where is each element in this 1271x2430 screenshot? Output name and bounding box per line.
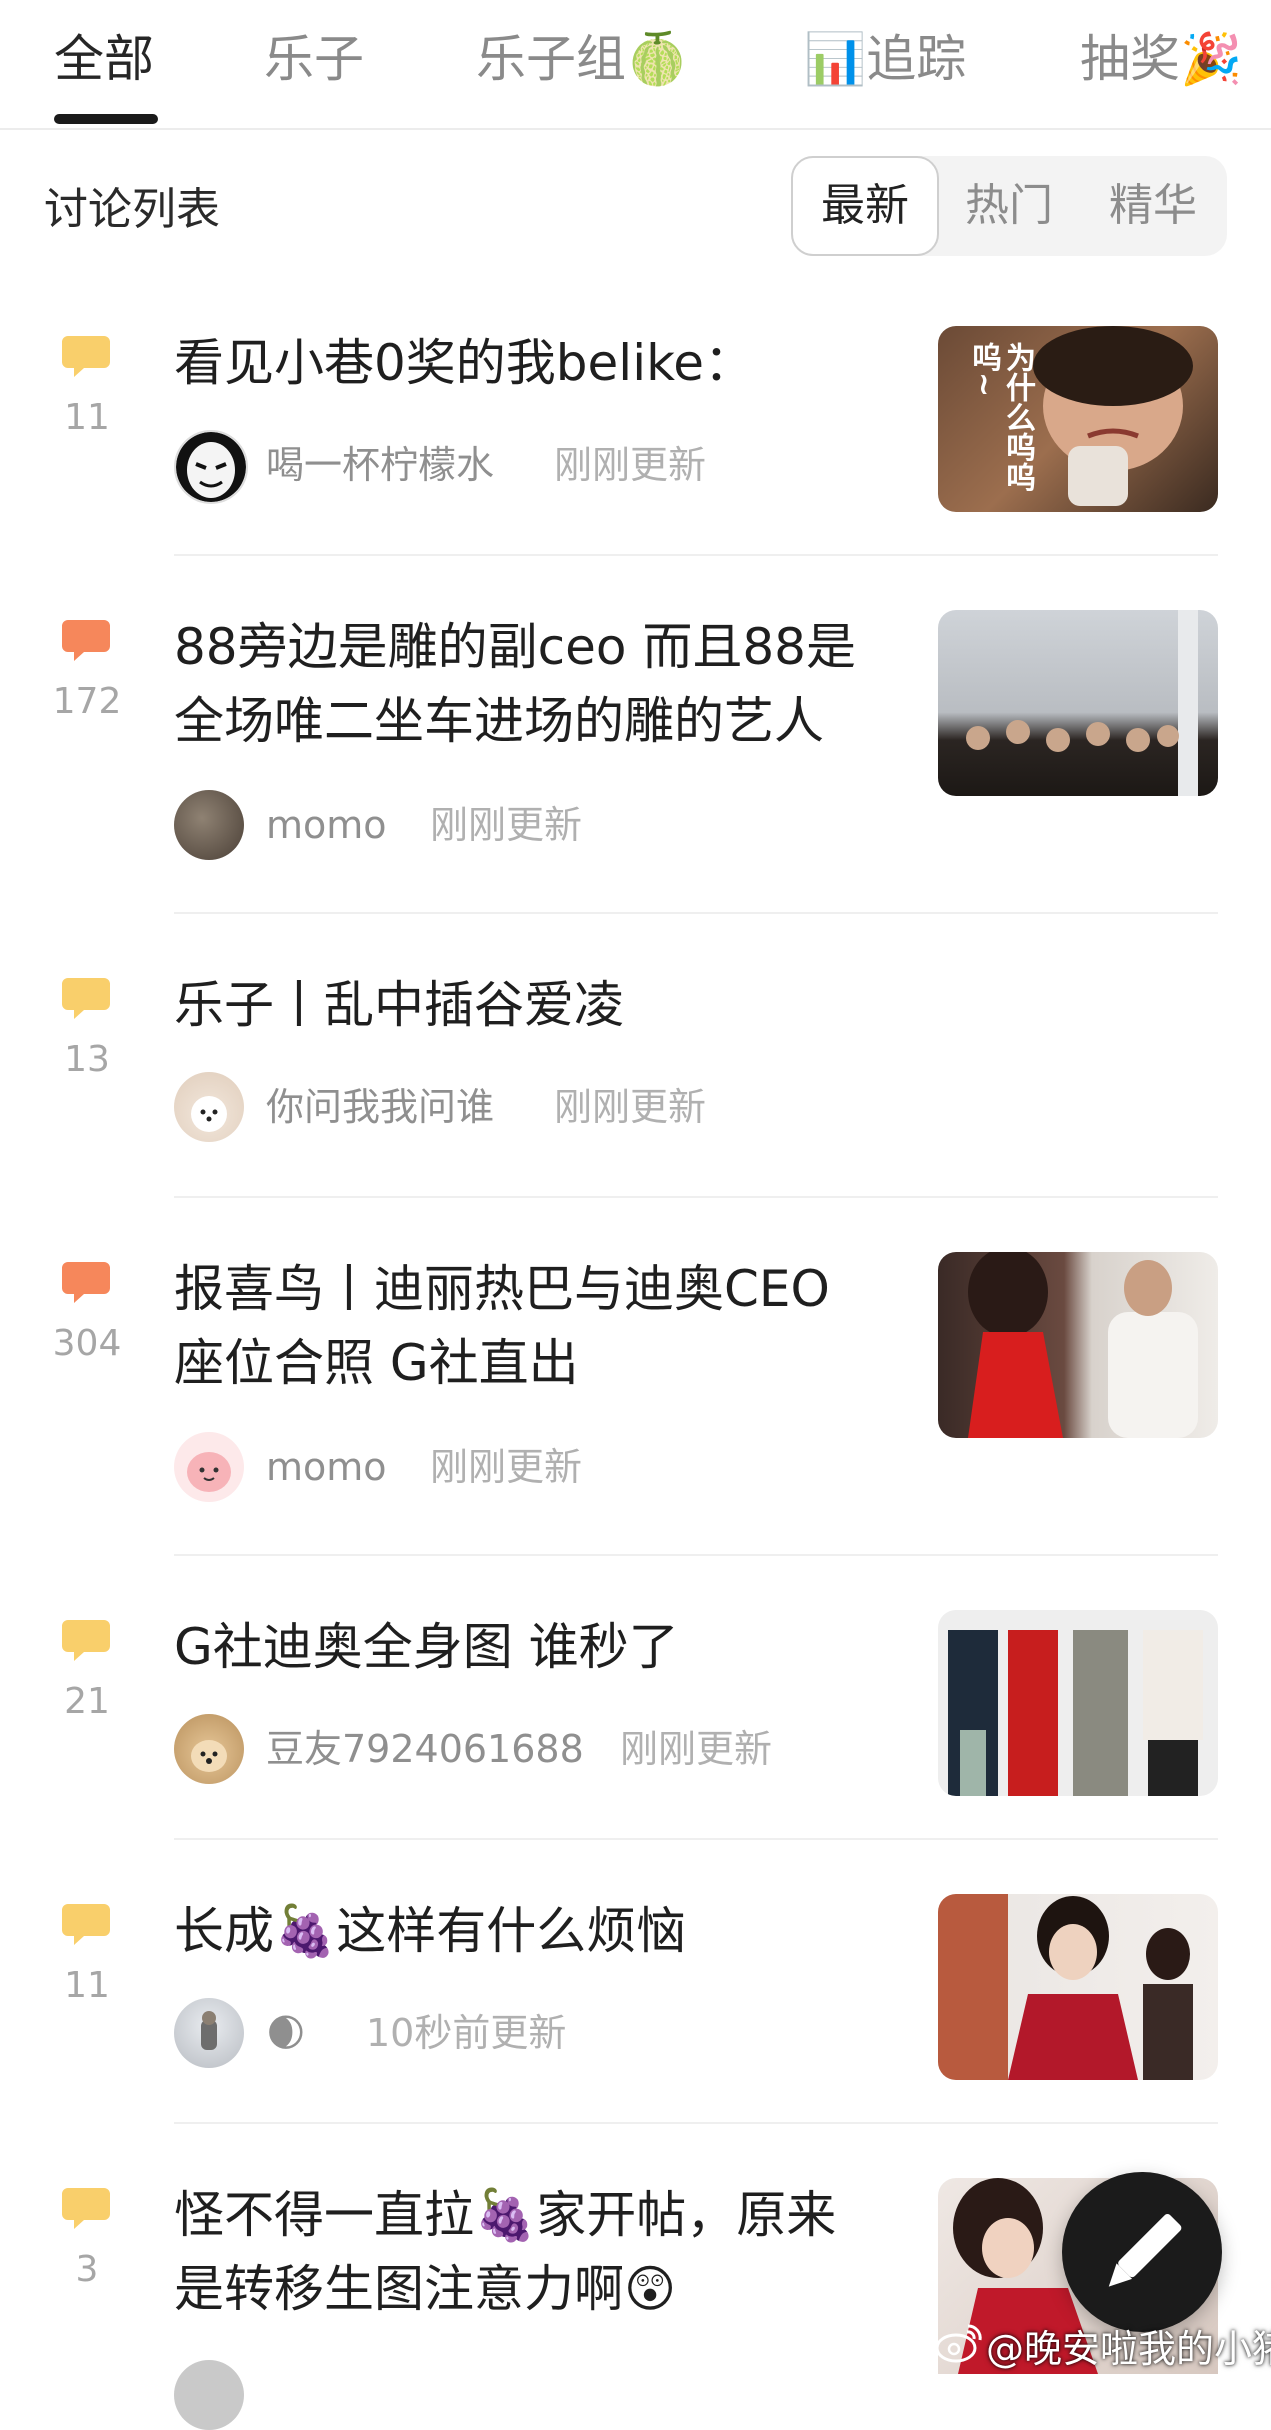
comment-count: 304: [52, 1323, 122, 1364]
divider: [174, 912, 1218, 914]
avatar[interactable]: [174, 1432, 244, 1502]
pencil-icon: [1108, 2214, 1182, 2287]
speech-bubble-icon: [62, 1904, 110, 1945]
speech-bubble-icon: [62, 978, 110, 1019]
post-thumbnail[interactable]: 为什么呜呜呜~: [938, 326, 1218, 512]
updated-time: 刚刚更新: [554, 1085, 707, 1129]
updated-time: 10秒前更新: [366, 2011, 567, 2055]
discussion-list-title: 讨论列表: [44, 184, 220, 235]
watermark-text: @晚安啦我的小猪: [986, 2327, 1271, 2371]
post-title[interactable]: 报喜鸟丨迪丽热巴与迪奥CEO 座位合照 G社直出: [174, 1252, 894, 1400]
author-name[interactable]: 豆友7924061688: [266, 1724, 584, 1774]
thumbnail-caption: 为什么呜呜呜~: [966, 342, 1035, 492]
tab-tracking[interactable]: 📊追踪: [804, 24, 966, 94]
comment-count: 21: [64, 1681, 110, 1722]
post-thumbnail[interactable]: [938, 610, 1218, 796]
post-title[interactable]: 看见小巷0奖的我belike：: [174, 326, 894, 400]
list-item[interactable]: 13 乐子丨乱中插谷爱凌 你问我我问谁 刚刚更新: [0, 942, 1271, 1202]
divider: [174, 554, 1218, 556]
updated-time: 刚刚更新: [554, 443, 707, 487]
list-item[interactable]: 172 88旁边是雕的副ceo 而且88是 全场唯二坐车进场的雕的艺人 momo…: [0, 584, 1271, 914]
tab-lezi[interactable]: 乐子: [264, 24, 364, 94]
divider: [174, 1554, 1218, 1556]
author-name[interactable]: momo: [266, 1442, 387, 1492]
divider: [174, 2122, 1218, 2124]
post-thumbnail[interactable]: [938, 1610, 1218, 1796]
post-thumbnail[interactable]: [938, 1252, 1218, 1438]
author-name[interactable]: 喝一杯柠檬水: [266, 440, 494, 490]
tab-lezi-group[interactable]: 乐子组🍈: [476, 24, 688, 94]
comment-count: 13: [64, 1039, 110, 1080]
tab-all[interactable]: 全部: [54, 24, 154, 94]
updated-time: 刚刚更新: [430, 803, 583, 847]
list-item[interactable]: 11 长成🍇这样有什么烦恼 🌒 10秒前更新: [0, 1868, 1271, 2128]
post-thumbnail[interactable]: [938, 1894, 1218, 2080]
avatar[interactable]: [174, 430, 248, 504]
author-name[interactable]: 🌒: [266, 2008, 306, 2058]
speech-bubble-icon: [62, 336, 110, 377]
comment-count: 172: [52, 681, 122, 722]
avatar[interactable]: [174, 2360, 244, 2430]
list-item[interactable]: 21 G社迪奥全身图 谁秒了 豆友7924061688 刚刚更新: [0, 1584, 1271, 1844]
author-name[interactable]: momo: [266, 800, 387, 850]
compose-button[interactable]: [1062, 2172, 1222, 2332]
avatar[interactable]: [174, 1714, 244, 1784]
sort-latest-button[interactable]: 最新: [791, 156, 939, 256]
divider: [174, 1838, 1218, 1840]
comment-count: 3: [75, 2249, 99, 2290]
speech-bubble-icon: [62, 1262, 110, 1303]
sort-segmented-control: 最新 热门 精华: [791, 156, 1227, 256]
post-title[interactable]: G社迪奥全身图 谁秒了: [174, 1610, 894, 1684]
post-title[interactable]: 乐子丨乱中插谷爱凌: [174, 968, 894, 1042]
comment-count: 11: [64, 397, 110, 438]
author-name[interactable]: 你问我我问谁: [266, 1082, 494, 1132]
speech-bubble-icon: [62, 2188, 110, 2229]
comment-count: 11: [64, 1965, 110, 2006]
updated-time: 刚刚更新: [620, 1727, 773, 1771]
list-item[interactable]: 304 报喜鸟丨迪丽热巴与迪奥CEO 座位合照 G社直出 momo 刚刚更新: [0, 1226, 1271, 1556]
post-title[interactable]: 长成🍇这样有什么烦恼: [174, 1894, 894, 1968]
sort-featured-button[interactable]: 精华: [1081, 156, 1225, 256]
active-tab-indicator: [54, 114, 158, 124]
post-title[interactable]: 怪不得一直拉🍇家开帖，原来 是转移生图注意力啊😲: [174, 2178, 894, 2326]
speech-bubble-icon: [62, 620, 110, 661]
weibo-logo: [935, 2324, 982, 2363]
post-title[interactable]: 88旁边是雕的副ceo 而且88是 全场唯二坐车进场的雕的艺人: [174, 610, 894, 758]
list-item[interactable]: 11 看见小巷0奖的我belike： 喝一杯柠檬水 刚刚更新 为什么呜呜呜~: [0, 300, 1271, 560]
avatar[interactable]: [174, 1072, 244, 1142]
updated-time: 刚刚更新: [430, 1445, 583, 1489]
tab-lottery[interactable]: 抽奖🎉: [1080, 24, 1242, 94]
sort-hot-button[interactable]: 热门: [937, 156, 1081, 256]
avatar[interactable]: [174, 790, 244, 860]
speech-bubble-icon: [62, 1620, 110, 1661]
category-tabs: 全部 乐子 乐子组🍈 📊追踪 抽奖🎉: [0, 0, 1271, 130]
divider: [174, 1196, 1218, 1198]
avatar[interactable]: [174, 1998, 244, 2068]
